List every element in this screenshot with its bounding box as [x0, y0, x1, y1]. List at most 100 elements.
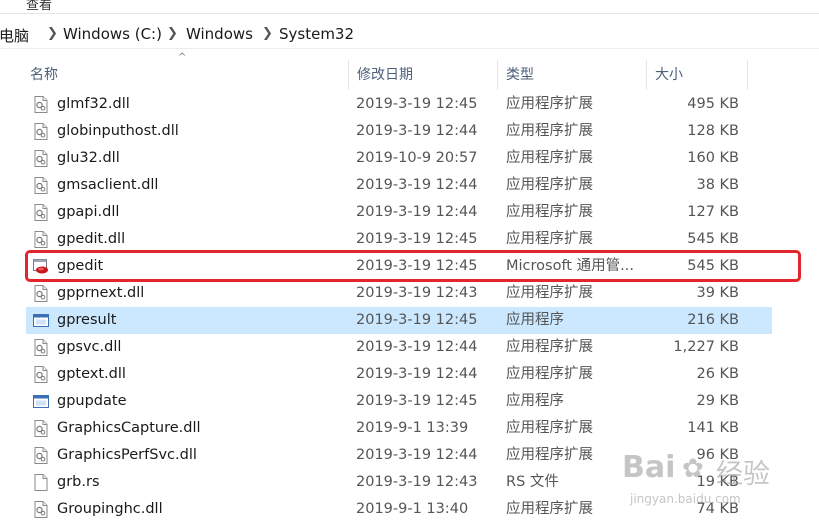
- file-date: 2019-3-19 12:44: [356, 177, 478, 193]
- chevron-right-icon[interactable]: ❯: [167, 26, 178, 41]
- file-size: 545 KB: [687, 231, 739, 247]
- file-row[interactable]: GraphicsCapture.dll 2019-9-1 13:39 应用程序扩展 1…: [26, 415, 772, 442]
- file-name: gpapi.dll: [57, 204, 120, 220]
- column-header-row: ^ 名称 修改日期 类型 大小: [0, 52, 819, 90]
- file-row[interactable]: Groupinghc.dll 2019-9-1 13:40 应用程序扩展 74 KB: [26, 496, 772, 523]
- file-name: gpsvc.dll: [57, 339, 122, 355]
- file-row[interactable]: GraphicsPerfSvc.dll 2019-3-19 12:44 应用程序扩展…: [26, 442, 772, 469]
- file-type: 应用程序扩展: [506, 447, 593, 463]
- file-row[interactable]: grb.rs 2019-3-19 12:43 RS 文件 19 KB: [26, 469, 772, 496]
- file-size: 141 KB: [687, 420, 739, 436]
- address-bar[interactable]: 此电脑 ❯ Windows (C:) ❯ Windows ❯ System32: [0, 22, 819, 49]
- file-name: gpupdate: [57, 393, 127, 409]
- chevron-right-icon[interactable]: ❯: [47, 26, 58, 41]
- file-date: 2019-3-19 12:45: [356, 258, 478, 274]
- file-size: 26 KB: [696, 366, 739, 382]
- dll-file-icon: [33, 150, 49, 167]
- file-size: 128 KB: [687, 123, 739, 139]
- file-name: gpedit: [57, 258, 104, 274]
- file-date: 2019-3-19 12:45: [356, 393, 478, 409]
- dll-file-icon: [33, 285, 49, 302]
- file-row[interactable]: gpapi.dll 2019-3-19 12:44 应用程序扩展 127 KB: [26, 199, 772, 226]
- file-row[interactable]: glu32.dll 2019-10-9 20:57 应用程序扩展 160 KB: [26, 145, 772, 172]
- file-type: 应用程序扩展: [506, 177, 593, 193]
- column-header-size[interactable]: 大小: [647, 60, 748, 90]
- file-row[interactable]: gpedit.dll 2019-3-19 12:45 应用程序扩展 545 KB: [26, 226, 772, 253]
- column-header-type[interactable]: 类型: [498, 60, 647, 90]
- file-size: 19 KB: [696, 474, 739, 490]
- dll-file-icon: [33, 177, 49, 194]
- file-row[interactable]: gpprnext.dll 2019-3-19 12:43 应用程序扩展 39 KB: [26, 280, 772, 307]
- file-date: 2019-3-19 12:43: [356, 474, 478, 490]
- file-type: 应用程序扩展: [506, 204, 593, 220]
- file-type: RS 文件: [506, 474, 559, 490]
- file-name: GraphicsPerfSvc.dll: [57, 447, 197, 463]
- file-size: 39 KB: [696, 285, 739, 301]
- file-type: 应用程序扩展: [506, 501, 593, 517]
- file-size: 1,227 KB: [673, 339, 739, 355]
- dll-file-icon: [33, 339, 49, 356]
- file-type: 应用程序扩展: [506, 339, 593, 355]
- file-size: 216 KB: [687, 312, 739, 328]
- column-header-date[interactable]: 修改日期: [349, 60, 498, 90]
- file-name: Groupinghc.dll: [57, 501, 163, 517]
- file-type: 应用程序扩展: [506, 123, 593, 139]
- file-name: gptext.dll: [57, 366, 126, 382]
- file-size: 545 KB: [687, 258, 739, 274]
- file-date: 2019-3-19 12:44: [356, 123, 478, 139]
- dll-file-icon: [33, 231, 49, 248]
- column-header-name[interactable]: 名称: [22, 60, 349, 90]
- file-name: gpprnext.dll: [57, 285, 145, 301]
- file-date: 2019-10-9 20:57: [356, 150, 478, 166]
- file-row[interactable]: gmsaclient.dll 2019-3-19 12:44 应用程序扩展 38 KB: [26, 172, 772, 199]
- chevron-right-icon[interactable]: ❯: [262, 26, 273, 41]
- file-type: 应用程序扩展: [506, 285, 593, 301]
- dll-file-icon: [33, 501, 49, 518]
- file-row[interactable]: globinputhost.dll 2019-3-19 12:44 应用程序扩展 12…: [26, 118, 772, 145]
- file-type: 应用程序扩展: [506, 231, 593, 247]
- file-row[interactable]: gpresult 2019-3-19 12:45 应用程序 216 KB: [26, 307, 772, 334]
- file-name: glmf32.dll: [57, 96, 130, 112]
- dll-file-icon: [33, 96, 49, 113]
- dll-file-icon: [33, 420, 49, 437]
- file-date: 2019-3-19 12:44: [356, 447, 478, 463]
- ribbon-strip: 查看: [0, 0, 819, 14]
- file-size: 74 KB: [696, 501, 739, 517]
- breadcrumb-system32[interactable]: System32: [279, 25, 354, 43]
- file-row[interactable]: gptext.dll 2019-3-19 12:44 应用程序扩展 26 KB: [26, 361, 772, 388]
- file-name: globinputhost.dll: [57, 123, 179, 139]
- file-row[interactable]: gpsvc.dll 2019-3-19 12:44 应用程序扩展 1,227 KB: [26, 334, 772, 361]
- blank-file-icon: [33, 474, 49, 491]
- file-row[interactable]: gpedit 2019-3-19 12:45 Microsoft 通用管... 545…: [26, 253, 772, 280]
- msc-console-icon: [33, 258, 49, 275]
- file-type: 应用程序: [506, 312, 564, 328]
- breadcrumb-drive-c[interactable]: Windows (C:): [63, 25, 162, 43]
- dll-file-icon: [33, 366, 49, 383]
- file-type: Microsoft 通用管...: [506, 258, 634, 274]
- dll-file-icon: [33, 447, 49, 464]
- file-name: gpresult: [57, 312, 117, 328]
- exe-app-icon: [33, 312, 49, 329]
- file-size: 160 KB: [687, 150, 739, 166]
- file-date: 2019-3-19 12:43: [356, 285, 478, 301]
- file-type: 应用程序: [506, 393, 564, 409]
- file-type: 应用程序扩展: [506, 150, 593, 166]
- file-date: 2019-9-1 13:39: [356, 420, 469, 436]
- breadcrumb-windows[interactable]: Windows: [186, 25, 253, 43]
- dll-file-icon: [33, 123, 49, 140]
- breadcrumb-this-pc[interactable]: 此电脑: [0, 25, 29, 46]
- file-row[interactable]: glmf32.dll 2019-3-19 12:45 应用程序扩展 495 KB: [26, 91, 772, 118]
- file-type: 应用程序扩展: [506, 366, 593, 382]
- file-date: 2019-9-1 13:40: [356, 501, 469, 517]
- file-name: gmsaclient.dll: [57, 177, 159, 193]
- file-name: gpedit.dll: [57, 231, 126, 247]
- file-date: 2019-3-19 12:44: [356, 339, 478, 355]
- file-type: 应用程序扩展: [506, 420, 593, 436]
- file-name: grb.rs: [57, 474, 100, 490]
- file-type: 应用程序扩展: [506, 96, 593, 112]
- file-size: 96 KB: [696, 447, 739, 463]
- file-size: 127 KB: [687, 204, 739, 220]
- view-tab[interactable]: 查看: [26, 0, 52, 13]
- file-name: glu32.dll: [57, 150, 120, 166]
- file-row[interactable]: gpupdate 2019-3-19 12:45 应用程序 29 KB: [26, 388, 772, 415]
